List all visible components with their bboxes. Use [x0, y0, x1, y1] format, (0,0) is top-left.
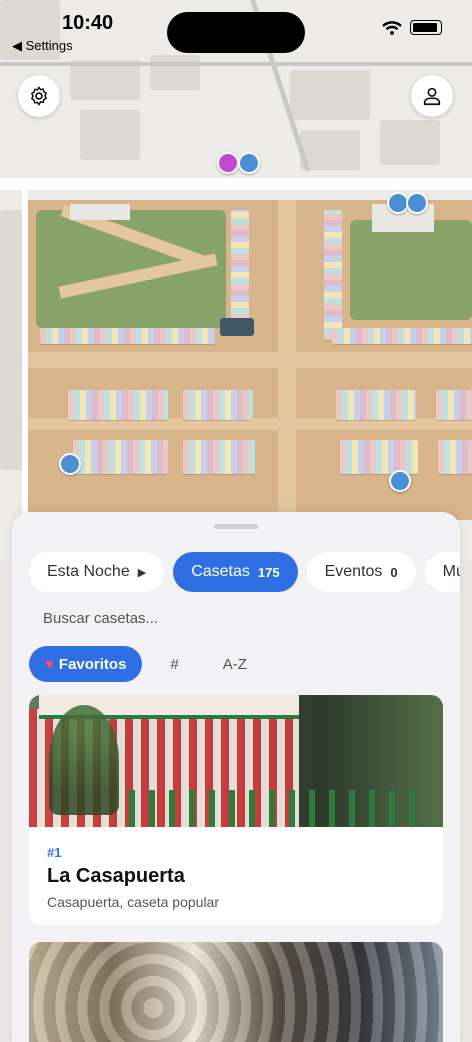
- search-input[interactable]: Buscar casetas...: [43, 610, 158, 627]
- tab-casetas[interactable]: Casetas 175: [173, 552, 298, 592]
- map-pin[interactable]: [217, 152, 239, 174]
- fair-map[interactable]: 10:40 ◀ Settings: [0, 0, 472, 560]
- city-block: [0, 210, 22, 470]
- street: [0, 62, 472, 66]
- caseta-title: La Casapuerta: [47, 865, 185, 887]
- caseta-card[interactable]: [29, 942, 443, 1042]
- booth-row[interactable]: [231, 210, 249, 320]
- filter-label: Favoritos: [58, 655, 127, 673]
- photo-palm: [49, 705, 119, 815]
- booth-row[interactable]: [68, 390, 168, 420]
- sort-number-filter[interactable]: #: [170, 656, 178, 673]
- tab-count: 175: [257, 564, 280, 580]
- booth-row[interactable]: [73, 440, 168, 474]
- booth-row[interactable]: [332, 328, 472, 344]
- booth-row[interactable]: [336, 390, 416, 420]
- map-pin[interactable]: [59, 453, 81, 475]
- caseta-photo: [29, 942, 443, 1042]
- city-block: [150, 55, 200, 90]
- map-pin[interactable]: [389, 470, 411, 492]
- tab-label: Casetas: [191, 563, 250, 580]
- booth-row[interactable]: [438, 440, 472, 474]
- status-icons: [382, 20, 442, 35]
- bottom-sheet: Esta Noche ▶ Casetas 175 Eventos 0 Mú Bu…: [12, 512, 460, 1042]
- tab-more[interactable]: Mú: [424, 552, 460, 592]
- cross-street: [28, 352, 472, 368]
- gear-icon: [31, 86, 47, 106]
- sort-alpha-filter[interactable]: A-Z: [223, 656, 247, 673]
- building: [70, 204, 130, 220]
- tab-label: Eventos: [324, 563, 383, 580]
- city-block: [70, 60, 140, 100]
- category-tabs: Esta Noche ▶ Casetas 175 Eventos 0 Mú: [29, 552, 460, 592]
- tab-label: Esta Noche: [47, 563, 130, 580]
- photo-chairs: [129, 790, 429, 827]
- favorites-filter[interactable]: ♥ Favoritos: [29, 646, 143, 682]
- map-pin[interactable]: [238, 152, 260, 174]
- sheet-grabber[interactable]: [214, 524, 258, 529]
- filter-bar: ♥ Favoritos # A-Z: [29, 646, 247, 682]
- battery-icon: [410, 20, 442, 35]
- play-icon: ▶: [137, 566, 147, 579]
- tab-label: Mú: [442, 563, 460, 580]
- booth-row[interactable]: [340, 440, 418, 474]
- caseta-number: #1: [47, 845, 62, 860]
- status-time: 10:40: [62, 12, 114, 34]
- city-block: [290, 70, 370, 120]
- caseta-card[interactable]: #1 La Casapuerta Casapuerta, caseta popu…: [29, 695, 443, 925]
- caseta-subtitle: Casapuerta, caseta popular: [47, 894, 219, 910]
- heart-icon: ♥: [45, 655, 54, 673]
- map-pin[interactable]: [406, 192, 428, 214]
- garden: [350, 220, 472, 320]
- booth-row[interactable]: [436, 390, 472, 420]
- booth-row[interactable]: [324, 210, 342, 340]
- city-block: [380, 120, 440, 165]
- profile-button[interactable]: [411, 75, 453, 117]
- person-icon: [423, 87, 441, 106]
- back-to-settings[interactable]: ◀ Settings: [12, 38, 73, 54]
- city-block: [300, 130, 360, 170]
- dynamic-island: [167, 12, 305, 53]
- caseta-photo: [29, 695, 443, 827]
- tab-count: 0: [390, 564, 398, 580]
- street: [0, 178, 472, 190]
- booth-row[interactable]: [40, 328, 215, 344]
- wifi-icon: [382, 20, 402, 35]
- pavilion: [220, 318, 254, 336]
- booth-row[interactable]: [183, 440, 255, 474]
- tab-eventos[interactable]: Eventos 0: [306, 552, 416, 592]
- settings-button[interactable]: [18, 75, 60, 117]
- tab-esta-noche[interactable]: Esta Noche ▶: [29, 552, 165, 592]
- city-block: [80, 110, 140, 160]
- booth-row[interactable]: [183, 390, 253, 420]
